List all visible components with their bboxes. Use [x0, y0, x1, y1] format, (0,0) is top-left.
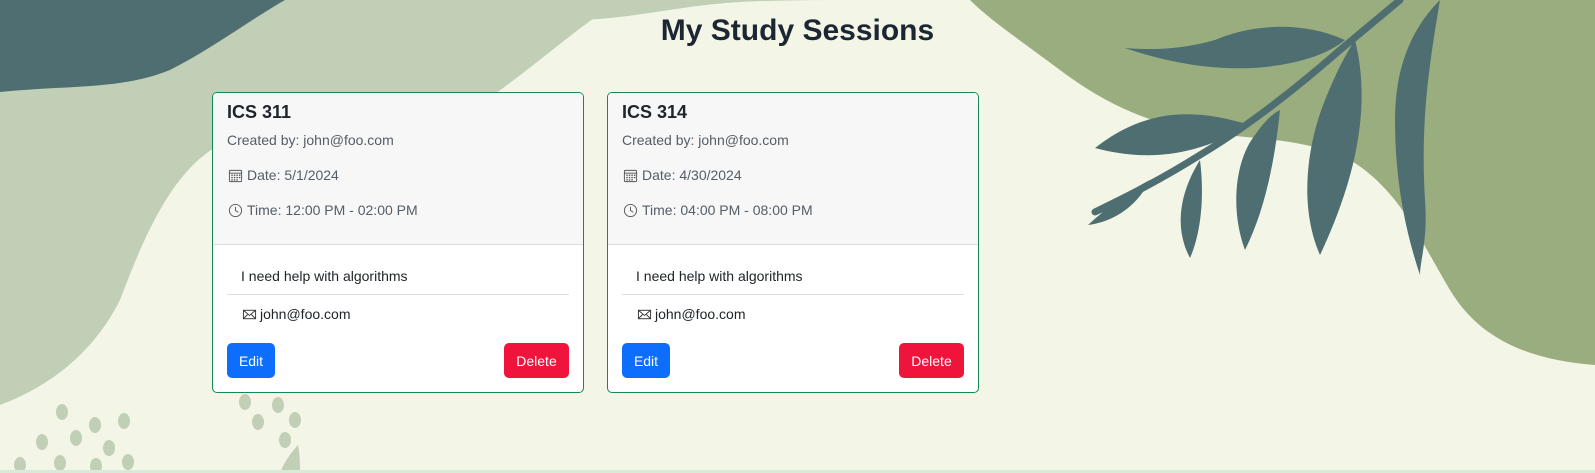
session-email-text: john@foo.com: [260, 306, 351, 322]
session-date: Date: 5/1/2024: [227, 166, 569, 184]
card-actions: Edit Delete: [227, 343, 569, 378]
edit-button[interactable]: Edit: [227, 343, 275, 378]
clock-icon: [227, 202, 243, 218]
card-actions: Edit Delete: [622, 343, 964, 378]
delete-button[interactable]: Delete: [504, 343, 569, 378]
calendar-icon: [227, 167, 243, 183]
session-creator: Created by: john@foo.com: [227, 132, 394, 148]
session-description: I need help with algorithms: [622, 245, 964, 295]
card-body: I need help with algorithms john@foo.com: [213, 245, 583, 333]
session-creator: Created by: john@foo.com: [622, 132, 789, 148]
session-card: ICS 314 Created by: john@foo.com Date: 4…: [607, 92, 979, 393]
envelope-icon: [636, 306, 652, 322]
session-time-text: Time: 12:00 PM - 02:00 PM: [247, 202, 418, 218]
session-cards: ICS 311 Created by: john@foo.com Date: 5…: [212, 92, 979, 393]
card-header: ICS 314 Created by: john@foo.com Date: 4…: [608, 93, 978, 245]
session-time: Time: 04:00 PM - 08:00 PM: [622, 201, 964, 219]
session-title: ICS 311: [227, 102, 292, 122]
clock-icon: [622, 202, 638, 218]
session-email: john@foo.com: [227, 295, 569, 333]
delete-button[interactable]: Delete: [899, 343, 964, 378]
session-date-text: Date: 4/30/2024: [642, 167, 742, 183]
session-card: ICS 311 Created by: john@foo.com Date: 5…: [212, 92, 584, 393]
card-body: I need help with algorithms john@foo.com: [608, 245, 978, 333]
session-email: john@foo.com: [622, 295, 964, 333]
envelope-icon: [241, 306, 257, 322]
card-header: ICS 311 Created by: john@foo.com Date: 5…: [213, 93, 583, 245]
session-date-text: Date: 5/1/2024: [247, 167, 339, 183]
edit-button[interactable]: Edit: [622, 343, 670, 378]
session-title: ICS 314: [622, 102, 688, 122]
session-description: I need help with algorithms: [227, 245, 569, 295]
session-date: Date: 4/30/2024: [622, 166, 964, 184]
calendar-icon: [622, 167, 638, 183]
page-title: My Study Sessions: [660, 14, 935, 47]
session-email-text: john@foo.com: [655, 306, 746, 322]
session-time: Time: 12:00 PM - 02:00 PM: [227, 201, 569, 219]
session-time-text: Time: 04:00 PM - 08:00 PM: [642, 202, 813, 218]
